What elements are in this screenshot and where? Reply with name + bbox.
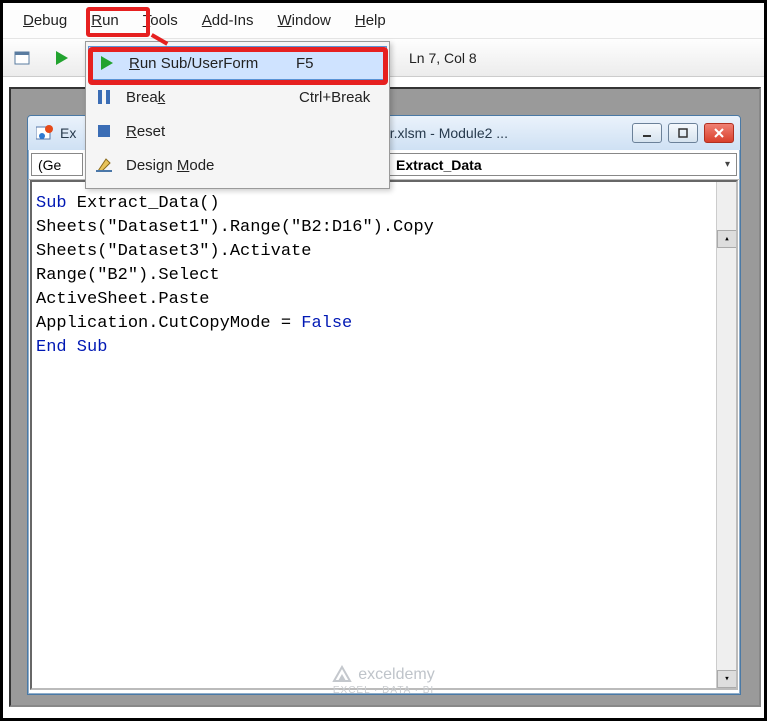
chevron-down-icon: ▾ — [725, 159, 730, 170]
design-icon — [92, 157, 116, 173]
play-icon — [95, 56, 119, 70]
object-combo[interactable]: (Ge — [31, 153, 83, 176]
code-editor[interactable]: Sub Extract_Data() Sheets("Dataset1").Ra… — [30, 180, 738, 690]
close-button[interactable] — [704, 123, 734, 143]
minimize-button[interactable] — [632, 123, 662, 143]
toolbar-view-icon[interactable] — [11, 47, 33, 69]
menu-help[interactable]: Help — [343, 6, 398, 35]
combo-value: (Ge — [38, 157, 61, 173]
menuitem-design-mode[interactable]: Design Mode — [86, 148, 389, 182]
menu-bar: Debug Run Tools Add-Ins Window Help — [3, 3, 764, 39]
stop-icon — [92, 125, 116, 137]
shortcut-label: F5 — [296, 55, 376, 72]
maximize-button[interactable] — [668, 123, 698, 143]
pause-icon — [92, 90, 116, 104]
menu-addins[interactable]: Add-Ins — [190, 6, 266, 35]
toolbar-play-icon[interactable] — [51, 47, 73, 69]
combo-value: Extract_Data — [396, 157, 482, 173]
vertical-scrollbar[interactable]: ▴ ▾ — [716, 182, 736, 688]
menu-window[interactable]: Window — [266, 6, 343, 35]
menu-run[interactable]: Run — [79, 6, 131, 35]
code-window: Ex ner.xlsm - Module2 ... (Ge Extract_Da… — [27, 115, 741, 695]
procedure-combo[interactable]: Extract_Data ▾ — [389, 153, 737, 176]
menu-debug[interactable]: Debug — [11, 6, 79, 35]
status-cursor-position: Ln 7, Col 8 — [409, 50, 477, 66]
shortcut-label: Ctrl+Break — [299, 89, 379, 106]
menuitem-break[interactable]: Break Ctrl+Break — [86, 80, 389, 114]
menu-tools[interactable]: Tools — [131, 6, 190, 35]
vba-module-icon — [36, 125, 54, 141]
menuitem-run-sub[interactable]: Run Sub/UserForm F5 — [88, 46, 387, 80]
menuitem-reset[interactable]: Reset — [86, 114, 389, 148]
scroll-up-button[interactable]: ▴ — [717, 230, 737, 248]
scroll-down-button[interactable]: ▾ — [717, 670, 737, 688]
run-menu-dropdown: Run Sub/UserForm F5 Break Ctrl+Break Res… — [85, 41, 390, 189]
